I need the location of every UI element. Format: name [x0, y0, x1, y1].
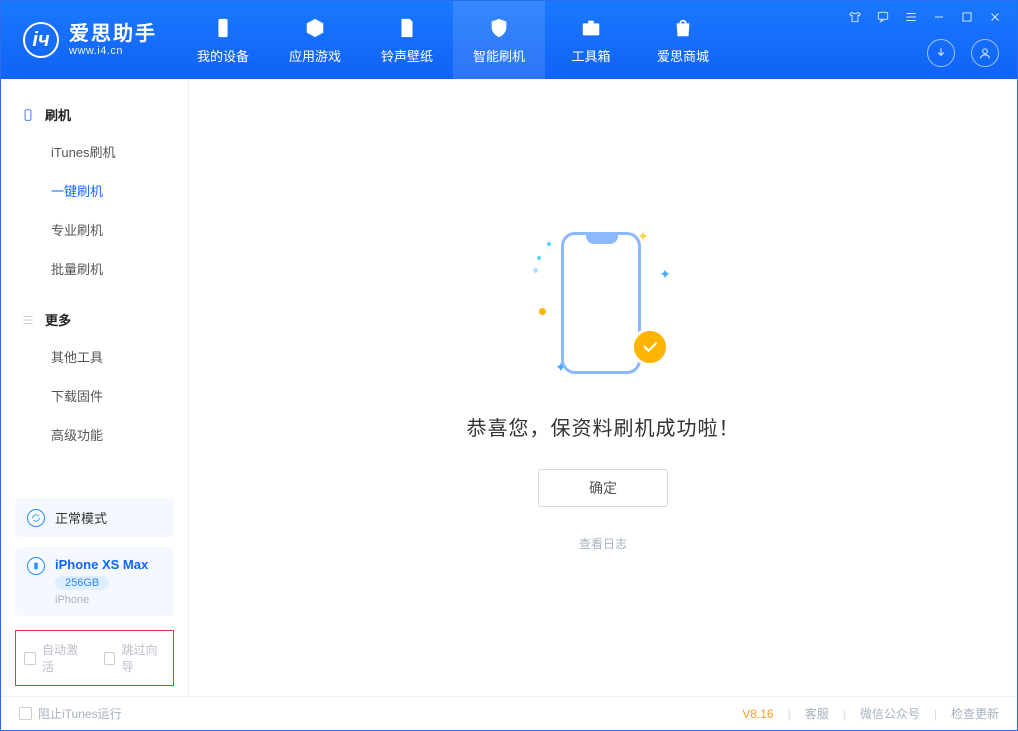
window-controls [847, 9, 1003, 25]
device-icon [27, 557, 45, 575]
sidebar: 刷机 iTunes刷机 一键刷机 专业刷机 批量刷机 更多 其他工具 下载固件 … [1, 79, 189, 696]
sync-icon [27, 509, 45, 527]
support-link[interactable]: 客服 [805, 705, 829, 722]
tab-label: 爱思商城 [657, 46, 709, 65]
success-check-icon [631, 328, 669, 366]
version-label: V8.16 [742, 707, 773, 721]
view-log-link[interactable]: 查看日志 [579, 535, 627, 552]
title-bar: iч 爱思助手 www.i4.cn 我的设备 应用游戏 铃声壁纸 智能刷机 [1, 1, 1017, 79]
checkbox-block-itunes[interactable]: 阻止iTunes运行 [19, 705, 122, 722]
top-tabs: 我的设备 应用游戏 铃声壁纸 智能刷机 工具箱 爱思商城 [177, 1, 729, 79]
device-mode-card[interactable]: 正常模式 [15, 498, 174, 537]
tab-apps[interactable]: 应用游戏 [269, 1, 361, 79]
checkbox-icon [24, 652, 36, 665]
sidebar-section-flash: 刷机 [1, 97, 188, 132]
logo-icon: iч [23, 22, 59, 58]
account-button[interactable] [971, 39, 999, 67]
shopping-bag-icon [671, 16, 695, 40]
checkbox-skip-guide[interactable]: 跳过向导 [104, 641, 166, 675]
tab-label: 铃声壁纸 [381, 46, 433, 65]
checkbox-icon [104, 652, 116, 665]
sidebar-item-itunes[interactable]: iTunes刷机 [1, 132, 188, 171]
device-card[interactable]: iPhone XS Max 256GB iPhone [15, 547, 174, 616]
tab-label: 智能刷机 [473, 46, 525, 65]
tshirt-icon[interactable] [847, 9, 863, 25]
checkbox-icon [19, 707, 32, 720]
tab-label: 我的设备 [197, 46, 249, 65]
device-type: iPhone [55, 594, 148, 606]
sidebar-item-pro[interactable]: 专业刷机 [1, 210, 188, 249]
tab-label: 应用游戏 [289, 46, 341, 65]
body: 刷机 iTunes刷机 一键刷机 专业刷机 批量刷机 更多 其他工具 下载固件 … [1, 79, 1017, 696]
tab-smart-flash[interactable]: 智能刷机 [453, 1, 545, 79]
checkbox-auto-activate[interactable]: 自动激活 [24, 641, 86, 675]
cube-icon [303, 16, 327, 40]
tab-label: 工具箱 [571, 46, 610, 65]
main-content: ✦✦✦ 恭喜您，保资料刷机成功啦！ 确定 查看日志 [189, 79, 1017, 696]
tab-store[interactable]: 爱思商城 [637, 1, 729, 79]
sidebar-item-batch[interactable]: 批量刷机 [1, 249, 188, 288]
app-url: www.i4.cn [69, 45, 157, 57]
app-window: iч 爱思助手 www.i4.cn 我的设备 应用游戏 铃声壁纸 智能刷机 [0, 0, 1018, 731]
close-icon[interactable] [987, 9, 1003, 25]
phone-illustration-icon [561, 232, 641, 374]
wechat-link[interactable]: 微信公众号 [860, 705, 920, 722]
sidebar-item-advanced[interactable]: 高级功能 [1, 415, 188, 454]
device-storage: 256GB [55, 576, 109, 590]
music-file-icon [395, 16, 419, 40]
menu-icon[interactable] [903, 9, 919, 25]
briefcase-icon [579, 16, 603, 40]
device-panel: 正常模式 iPhone XS Max 256GB iPhone [1, 488, 188, 630]
success-message: 恭喜您，保资料刷机成功啦！ [467, 412, 740, 441]
device-name: iPhone XS Max [55, 557, 148, 572]
flash-options-highlight: 自动激活 跳过向导 [15, 630, 174, 686]
success-illustration: ✦✦✦ [533, 224, 673, 384]
phone-outline-icon [21, 108, 35, 122]
ok-button[interactable]: 确定 [538, 469, 668, 507]
sidebar-item-oneclick[interactable]: 一键刷机 [1, 171, 188, 210]
sidebar-item-other[interactable]: 其他工具 [1, 337, 188, 376]
tab-my-device[interactable]: 我的设备 [177, 1, 269, 79]
feedback-icon[interactable] [875, 9, 891, 25]
download-button[interactable] [927, 39, 955, 67]
phone-icon [211, 16, 235, 40]
tab-ringtones[interactable]: 铃声壁纸 [361, 1, 453, 79]
app-name: 爱思助手 [69, 23, 157, 45]
sidebar-item-firmware[interactable]: 下载固件 [1, 376, 188, 415]
minimize-icon[interactable] [931, 9, 947, 25]
maximize-icon[interactable] [959, 9, 975, 25]
check-update-link[interactable]: 检查更新 [951, 705, 999, 722]
list-icon [21, 313, 35, 327]
logo: iч 爱思助手 www.i4.cn [1, 1, 177, 79]
shield-sync-icon [487, 16, 511, 40]
device-mode-label: 正常模式 [55, 508, 107, 527]
status-bar: 阻止iTunes运行 V8.16 | 客服 | 微信公众号 | 检查更新 [1, 696, 1017, 730]
tab-toolbox[interactable]: 工具箱 [545, 1, 637, 79]
sidebar-section-more: 更多 [1, 302, 188, 337]
